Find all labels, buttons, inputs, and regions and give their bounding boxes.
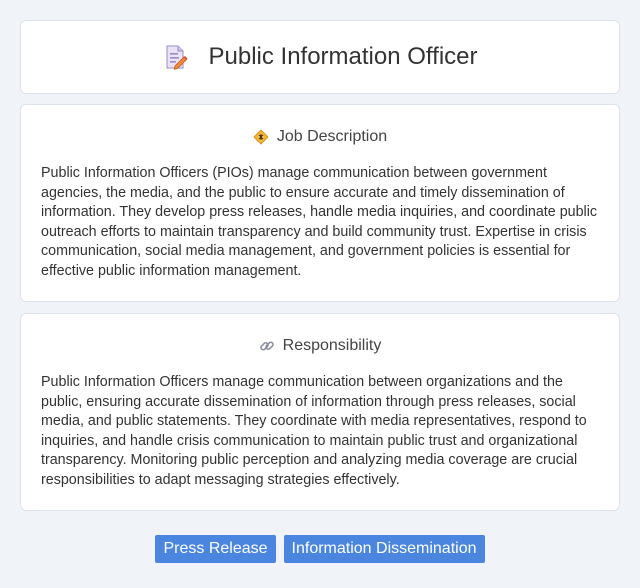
job-description-text: Public Information Officers (PIOs) manag… xyxy=(41,165,598,279)
tag-list: Press Release Information Dissemination xyxy=(0,535,640,563)
responsibility-text: Public Information Officers manage commu… xyxy=(41,374,587,488)
job-description-title: Job Description xyxy=(276,128,388,145)
header-card: Public Information Officer xyxy=(20,20,620,94)
job-description-header: Job Description xyxy=(41,127,599,147)
tag-press-release[interactable]: Press Release xyxy=(155,535,276,563)
responsibility-card: Responsibility Public Information Office… xyxy=(20,313,620,511)
document-edit-icon xyxy=(162,44,188,70)
tag-information-dissemination[interactable]: Information Dissemination xyxy=(283,535,485,563)
responsibility-title: Responsibility xyxy=(282,337,382,354)
page-title: Public Information Officer xyxy=(208,43,478,70)
responsibility-header: Responsibility xyxy=(41,336,599,356)
title-wrap: Public Information Officer xyxy=(162,43,478,71)
job-description-card: Job Description Public Information Offic… xyxy=(20,104,620,302)
diamond-badge-icon xyxy=(253,129,269,145)
link-icon xyxy=(259,338,275,354)
